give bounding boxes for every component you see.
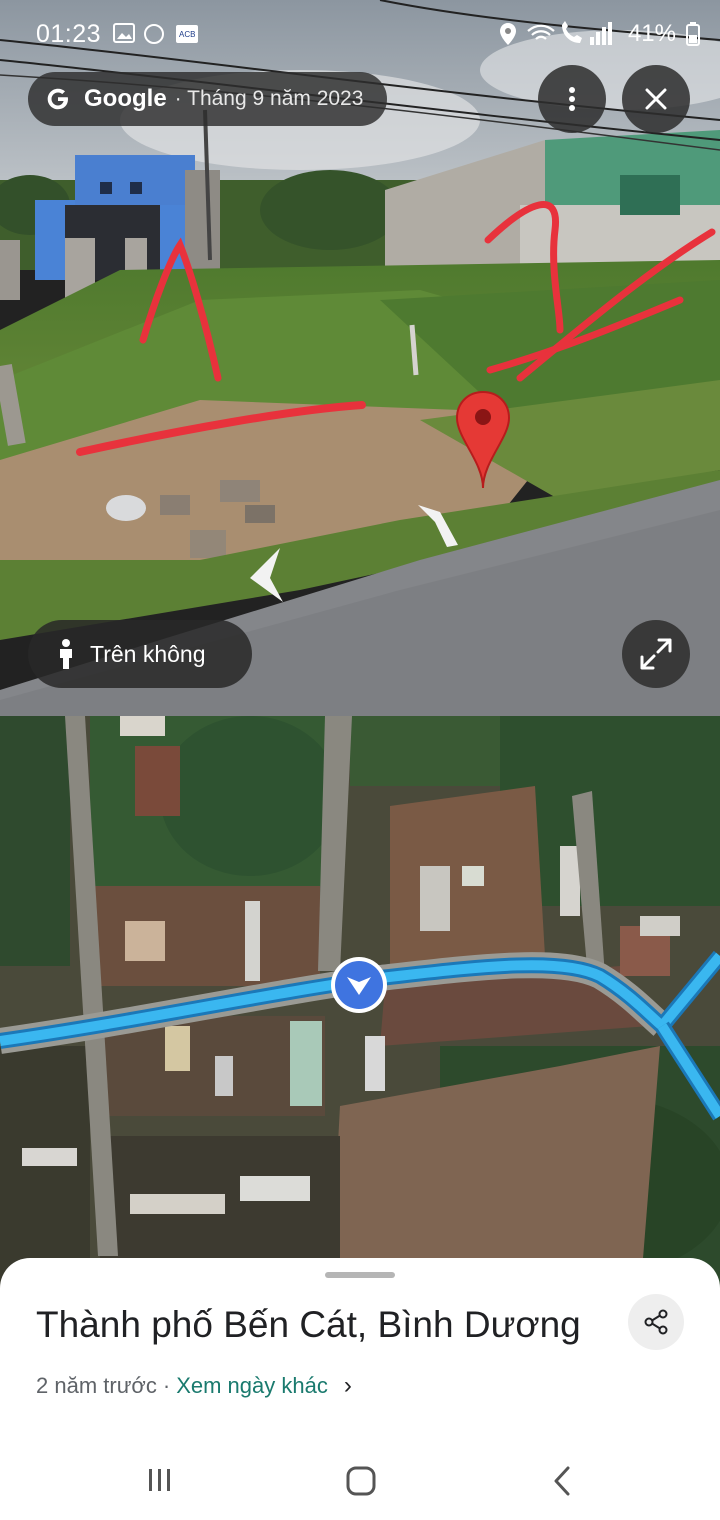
wifi-icon	[527, 24, 555, 40]
status-bar: 01:23 ACB 41%	[0, 0, 720, 66]
svg-text:ACB: ACB	[179, 30, 195, 39]
status-time: 01:23	[36, 20, 102, 48]
battery-level: 41%	[627, 20, 676, 47]
home-icon[interactable]	[346, 1466, 376, 1496]
satellite-map[interactable]	[0, 716, 720, 1296]
expand-button[interactable]	[622, 620, 690, 688]
imagery-date: · Tháng 9 năm 2023	[174, 87, 364, 110]
expand-icon	[640, 638, 672, 670]
more-vert-icon	[569, 87, 575, 111]
map-pin-icon	[455, 390, 511, 489]
system-nav-bar	[0, 1434, 720, 1520]
imagery-info-pill[interactable]: Google · Tháng 9 năm 2023	[28, 72, 387, 126]
sheet-drag-handle[interactable]	[325, 1272, 395, 1278]
aerial-view-button[interactable]: Trên không	[28, 620, 252, 688]
provider-name: Google	[84, 85, 167, 112]
share-button[interactable]	[628, 1294, 684, 1350]
google-icon	[144, 24, 164, 44]
chevron-right-icon[interactable]: ›	[344, 1372, 352, 1400]
status-right: 41%	[498, 20, 700, 48]
back-icon[interactable]	[552, 1466, 572, 1496]
imagery-age: 2 năm trước	[36, 1373, 157, 1398]
place-title: Thành phố Bến Cát, Bình Dương	[36, 1304, 581, 1345]
person-icon	[60, 639, 72, 669]
status-icons	[499, 21, 612, 45]
call-icon	[561, 21, 582, 43]
share-icon	[644, 1309, 668, 1335]
navigation-arrow-icon	[331, 957, 387, 1013]
gallery-icon	[113, 23, 135, 43]
signal-icon	[607, 22, 612, 45]
close-button[interactable]	[622, 65, 690, 133]
separator-dot: ·	[162, 1373, 171, 1398]
battery-icon	[686, 22, 700, 46]
notification-icons: ACB	[112, 22, 202, 53]
recents-icon[interactable]	[146, 1468, 174, 1492]
street-view-panel[interactable]: 01:23 ACB 41% Google · Tháng 9 năm 2023 …	[0, 0, 720, 716]
see-other-dates-link[interactable]: Xem ngày khác	[176, 1373, 328, 1399]
google-logo-icon	[47, 88, 68, 110]
aerial-view-label: Trên không	[90, 640, 206, 667]
imagery-age-row: 2 năm trước · Xem ngày khác ›	[36, 1372, 352, 1400]
more-options-button[interactable]	[538, 65, 606, 133]
close-icon	[645, 88, 667, 110]
